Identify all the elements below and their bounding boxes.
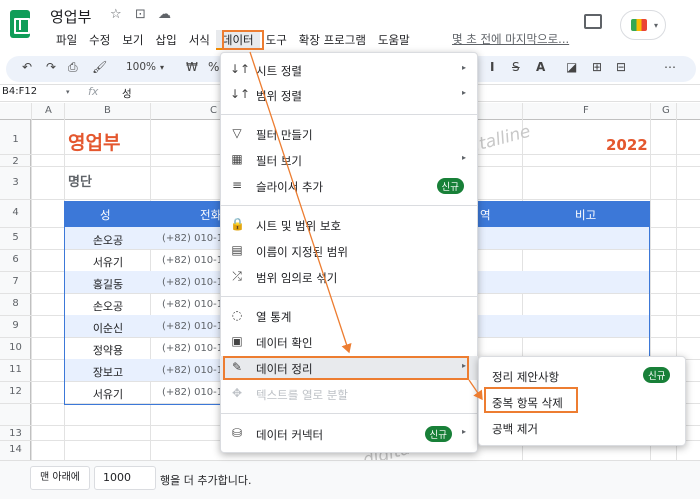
annotation-arrows [249, 51, 483, 401]
